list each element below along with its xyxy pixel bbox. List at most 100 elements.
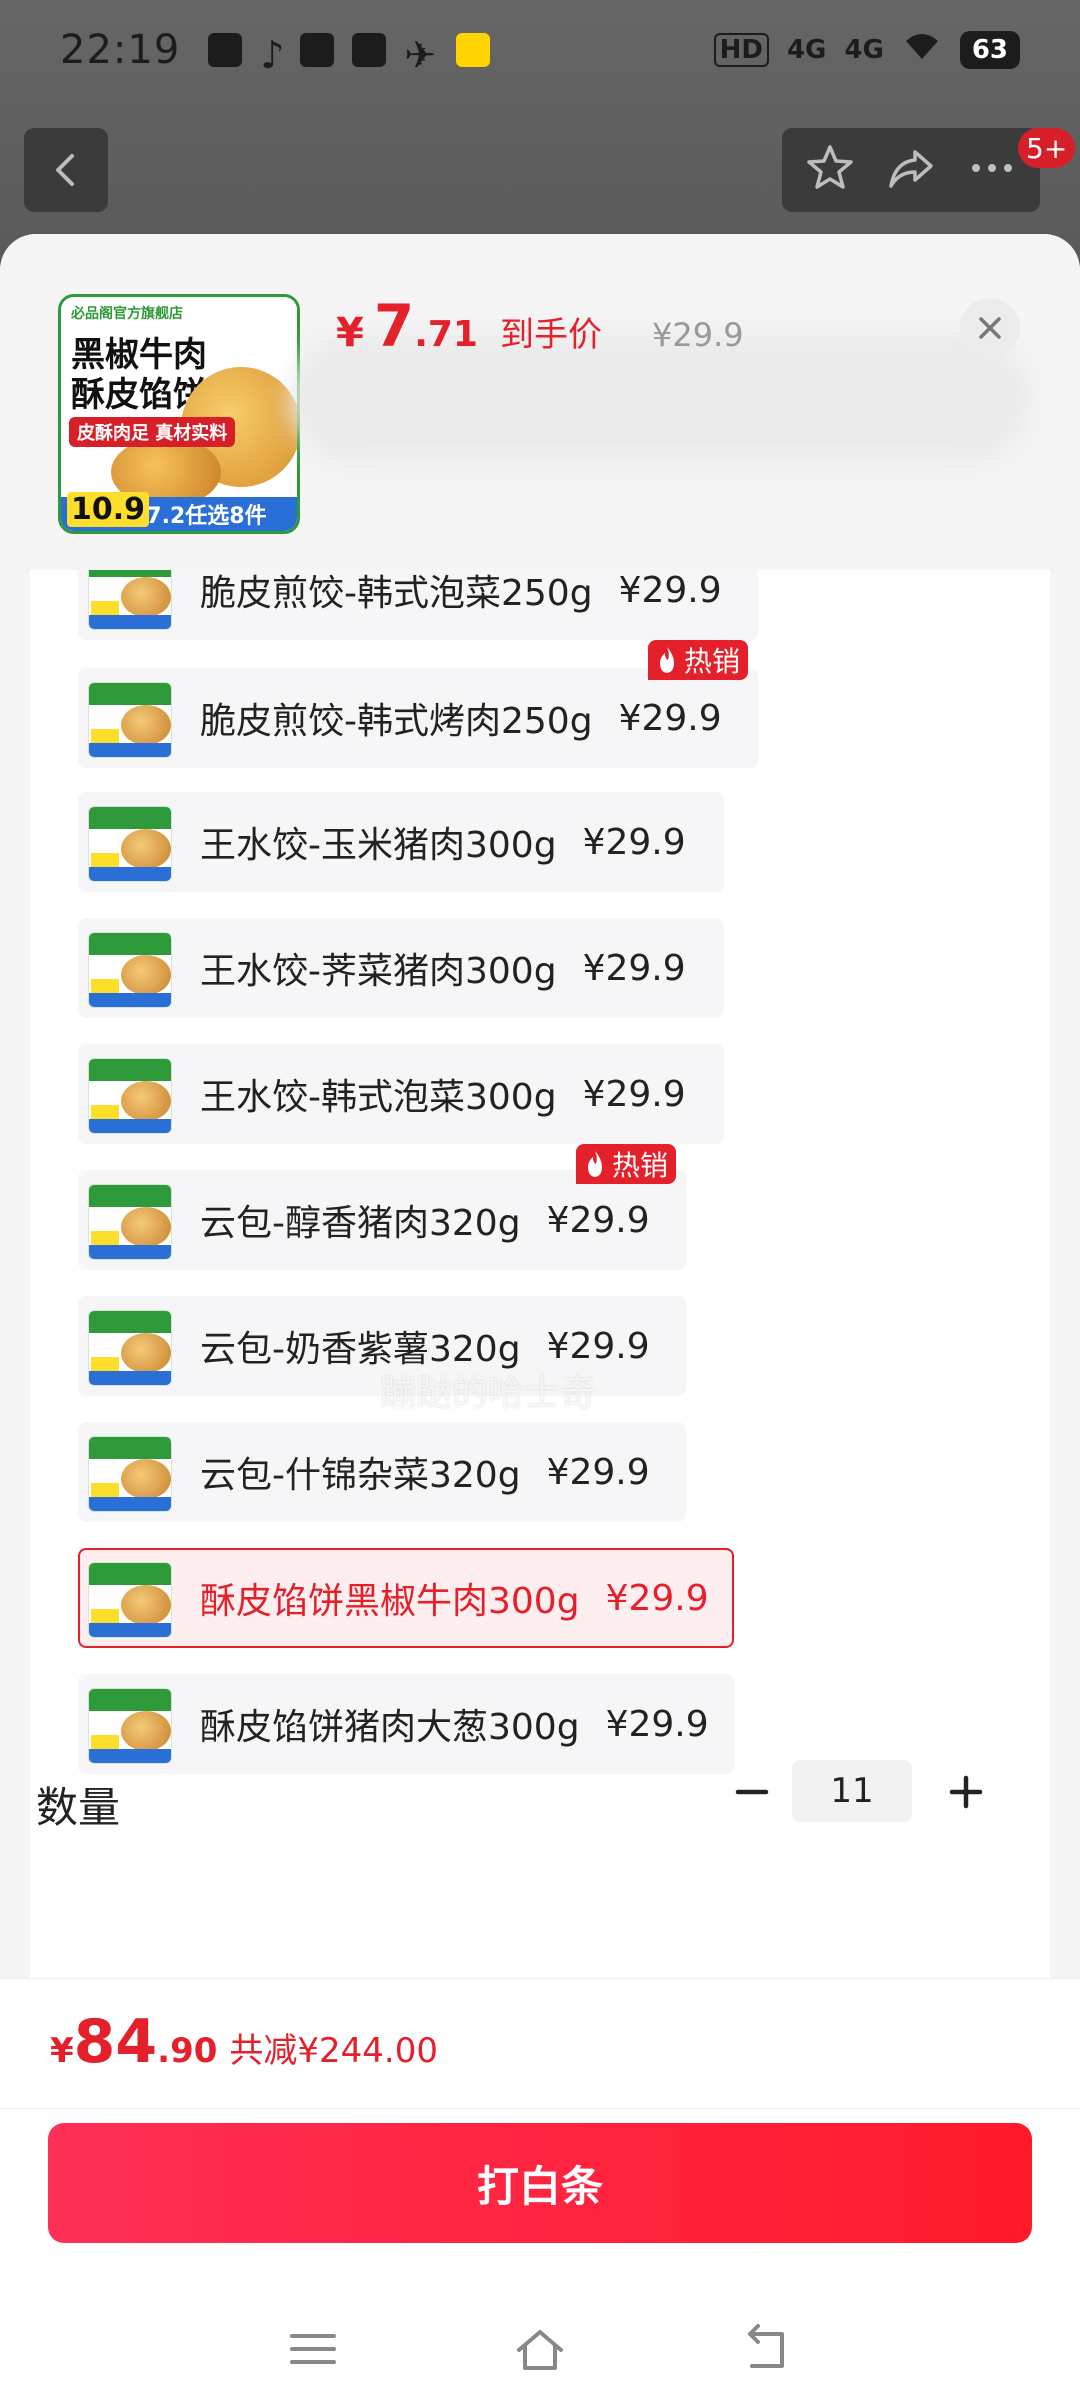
option-name: 云包-醇香猪肉320g [200, 1203, 521, 1244]
flame-icon [588, 1151, 602, 1177]
baitiao-pay-button[interactable]: 打白条 [48, 2123, 1032, 2243]
hd-icon: HD [713, 33, 769, 67]
share-button[interactable] [885, 142, 937, 198]
plus-icon [949, 1775, 983, 1809]
more-dots-icon [971, 164, 1012, 172]
signal-a-icon: 4G [786, 35, 827, 65]
sku-option[interactable]: 酥皮馅饼黑椒牛肉300g ¥29.9 [78, 1548, 734, 1648]
sku-option[interactable]: 云包-醇香猪肉320g ¥29.9 [78, 1170, 686, 1270]
back-nav-button[interactable] [740, 2322, 794, 2380]
chevron-left-icon [56, 154, 74, 186]
hot-sale-badge: 热销 [648, 640, 749, 680]
total-saving: 共减¥244.00 [229, 2031, 439, 2071]
share-icon [889, 150, 933, 188]
total-decimal: .90 [157, 2031, 218, 2071]
wifi-icon [902, 31, 942, 70]
quantity-increase-button[interactable] [936, 1762, 996, 1822]
price-currency: ¥ [336, 310, 364, 356]
total-integer: 84 [73, 2007, 158, 2077]
message-badge: 5+ [1018, 128, 1076, 168]
option-thumbnail [88, 1562, 172, 1638]
status-time: 22:19 [60, 27, 181, 73]
option-price: ¥29.9 [618, 697, 722, 739]
option-name: 王水饺-荠菜猪肉300g [200, 951, 557, 992]
option-thumbnail [88, 1184, 172, 1260]
hot-sale-label: 热销 [612, 1149, 669, 1182]
option-price: ¥29.9 [605, 1703, 709, 1745]
option-price: ¥29.9 [582, 821, 686, 863]
alipay-icon [352, 33, 387, 67]
system-navigation-bar [0, 2298, 1080, 2404]
status-right: HD 4G 4G 63 [713, 31, 1020, 70]
option-price: ¥29.9 [618, 570, 722, 611]
sku-option[interactable]: 云包-什锦杂菜320g ¥29.9 [78, 1422, 686, 1522]
app-notification-icon [208, 33, 243, 67]
sku-option[interactable]: 脆皮煎饺-韩式泡菜250g ¥29.9 [78, 570, 758, 640]
nav-actions [782, 128, 1040, 212]
option-thumbnail [88, 1310, 172, 1386]
original-price: ¥29.9 [651, 316, 744, 354]
quantity-label: 数量 [36, 1783, 121, 1832]
favorite-button[interactable] [804, 142, 856, 198]
star-icon [807, 145, 854, 189]
price-decimal: .71 [414, 314, 478, 355]
total-currency: ¥ [50, 2031, 74, 2071]
meituan-icon [456, 33, 491, 67]
home-icon [516, 2330, 563, 2370]
option-name: 酥皮馅饼黑椒牛肉300g [200, 1581, 580, 1622]
battery-indicator: 63 [959, 31, 1020, 69]
thumb-shop-name: 必品阁官方旗舰店 [61, 297, 297, 329]
option-thumbnail [88, 570, 172, 630]
option-thumbnail [88, 1688, 172, 1764]
back-icon [747, 2324, 784, 2368]
music-icon: ♪ [260, 33, 285, 77]
price-label: 到手价 [499, 315, 602, 355]
option-thumbnail [88, 932, 172, 1008]
option-thumbnail [88, 806, 172, 882]
thumb-tag: 皮酥肉足 真材实料 [69, 417, 236, 447]
header-price: ¥ 7 .71 到手价 ¥29.9 [336, 292, 744, 360]
minus-icon [735, 1789, 769, 1795]
sheet-header: 必品阁官方旗舰店 黑椒牛肉酥皮馅饼 皮酥肉足 真材实料 87.2任选8件 10.… [0, 234, 1080, 570]
quantity-decrease-button[interactable] [722, 1762, 782, 1822]
sku-option[interactable]: 王水饺-玉米猪肉300g ¥29.9 [78, 792, 724, 892]
product-thumbnail[interactable]: 必品阁官方旗舰店 黑椒牛肉酥皮馅饼 皮酥肉足 真材实料 87.2任选8件 10.… [58, 294, 300, 534]
sku-option[interactable]: 王水饺-荠菜猪肉300g ¥29.9 [78, 918, 724, 1018]
sku-option[interactable]: 王水饺-韩式泡菜300g ¥29.9 [78, 1044, 724, 1144]
option-price: ¥29.9 [605, 1577, 709, 1619]
home-button[interactable] [513, 2322, 567, 2380]
option-thumbnail [88, 1058, 172, 1134]
option-name: 王水饺-玉米猪肉300g [200, 825, 557, 866]
tiktok-icon [300, 33, 335, 67]
sku-sheet: 必品阁官方旗舰店 黑椒牛肉酥皮馅饼 皮酥肉足 真材实料 87.2任选8件 10.… [0, 234, 1080, 2404]
close-button[interactable] [960, 298, 1020, 358]
option-name: 脆皮煎饺-韩式烤肉250g [200, 701, 593, 742]
watermark: 蹦跶的哈士奇 [380, 1373, 597, 1414]
option-price: ¥29.9 [546, 1325, 650, 1367]
notification-icons: ♪ ✈ [208, 33, 491, 77]
option-name: 云包-什锦杂菜320g [200, 1455, 521, 1496]
option-name: 酥皮馅饼猪肉大葱300g [200, 1707, 580, 1748]
menu-button[interactable] [286, 2322, 340, 2380]
option-thumbnail [88, 682, 172, 758]
option-price: ¥29.9 [582, 947, 686, 989]
close-icon [979, 317, 1001, 339]
sku-option[interactable]: 酥皮馅饼猪肉大葱300g ¥29.9 [78, 1674, 734, 1774]
option-name: 王水饺-韩式泡菜300g [200, 1077, 557, 1118]
more-button[interactable] [966, 142, 1018, 198]
hot-sale-badge: 热销 [576, 1144, 677, 1184]
back-button[interactable] [24, 128, 108, 212]
sku-option[interactable]: 脆皮煎饺-韩式烤肉250g ¥29.9 [78, 668, 758, 768]
order-total: ¥ 84 .90 共减¥244.00 [0, 1978, 1080, 2108]
price-integer: 7 [373, 292, 415, 360]
option-price: ¥29.9 [546, 1199, 650, 1241]
option-thumbnail [88, 1436, 172, 1512]
thumb-price: 10.9 [67, 492, 150, 527]
option-price: ¥29.9 [582, 1073, 686, 1115]
flame-icon [660, 647, 674, 673]
quantity-input[interactable]: 11 [792, 1760, 912, 1822]
bird-icon: ✈ [404, 33, 437, 77]
status-bar: 22:19 ♪ ✈ HD 4G 4G 63 [0, 0, 1080, 100]
signal-b-icon: 4G [844, 35, 884, 65]
menu-icon [290, 2334, 337, 2364]
